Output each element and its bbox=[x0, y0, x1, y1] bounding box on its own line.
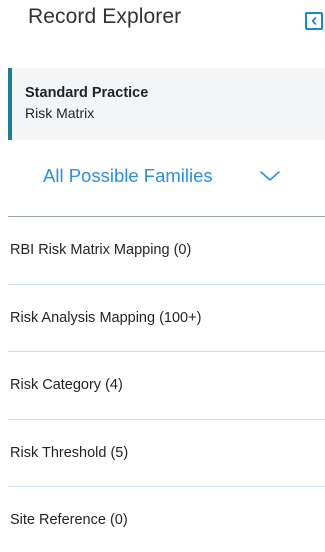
family-filter-value: All Possible Families bbox=[43, 165, 213, 186]
family-filter-dropdown[interactable]: All Possible Families bbox=[0, 145, 325, 217]
panel-title: Record Explorer bbox=[28, 5, 182, 28]
practice-title: Standard Practice bbox=[25, 85, 149, 101]
chevron-down-icon bbox=[260, 171, 280, 181]
standard-practice-card[interactable]: Standard Practice Risk Matrix bbox=[8, 68, 325, 140]
practice-subtitle: Risk Matrix bbox=[25, 105, 95, 121]
list-item[interactable]: Risk Analysis Mapping (100+) bbox=[0, 285, 325, 352]
collapse-left-icon bbox=[311, 17, 317, 25]
family-list: RBI Risk Matrix Mapping (0) Risk Analysi… bbox=[0, 217, 325, 552]
list-item-label: Risk Analysis Mapping (100+) bbox=[10, 309, 202, 326]
list-item[interactable]: Risk Threshold (5) bbox=[0, 420, 325, 487]
record-explorer-panel: Record Explorer Standard Practice Risk M… bbox=[0, 0, 325, 552]
list-item[interactable]: Site Reference (0) bbox=[0, 487, 325, 552]
list-item[interactable]: RBI Risk Matrix Mapping (0) bbox=[0, 217, 325, 285]
list-item-label: RBI Risk Matrix Mapping (0) bbox=[10, 242, 192, 258]
list-item-label: Risk Category (4) bbox=[10, 377, 123, 393]
list-item[interactable]: Risk Category (4) bbox=[0, 352, 325, 420]
list-item-label: Site Reference (0) bbox=[10, 512, 128, 528]
panel-header: Record Explorer bbox=[0, 0, 325, 44]
collapse-panel-button[interactable] bbox=[305, 12, 323, 30]
list-item-label: Risk Threshold (5) bbox=[10, 444, 129, 461]
